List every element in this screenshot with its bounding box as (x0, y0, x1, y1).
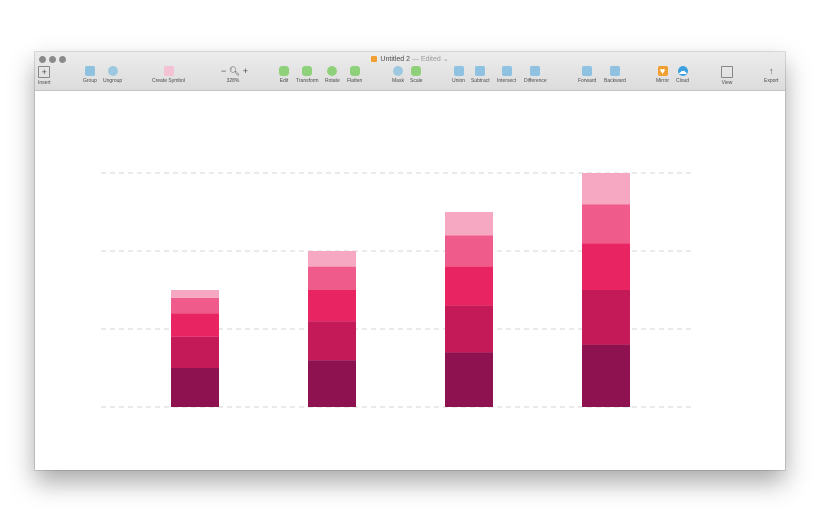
group-button[interactable]: Group (83, 66, 97, 84)
difference-label: Difference (524, 78, 547, 84)
zoom-value: 328% (226, 78, 240, 84)
ungroup-label: Ungroup (103, 78, 123, 84)
flatten-label: Flatten (347, 78, 363, 84)
flatten-icon (349, 66, 360, 76)
intersect-label: Intersect (497, 78, 517, 84)
rotate-label: Rotate (325, 78, 340, 84)
group-icon (84, 66, 95, 76)
subtract-label: Subtract (471, 78, 490, 84)
toolbar: Untitled 2 — Edited ⌄ + Insert Group Ung… (35, 52, 785, 91)
cloud-icon: ☁ (677, 66, 688, 76)
zoom-minus[interactable]: − (221, 66, 226, 76)
bar-segment-2-1[interactable] (308, 360, 356, 407)
backward-icon (609, 66, 620, 76)
zoom-plus[interactable]: + (243, 66, 248, 76)
bar-segment-2-2[interactable] (308, 321, 356, 361)
bar-segment-4-2[interactable] (582, 290, 630, 345)
zoom-control[interactable]: − 🔍︎ + 328% (221, 66, 248, 84)
rotate-icon (327, 66, 338, 76)
bar-segment-1-4[interactable] (171, 297, 219, 314)
transform-label: Transform (296, 78, 319, 84)
group-label: Group (83, 78, 97, 84)
create-symbol-label: Create Symbol (152, 78, 186, 84)
bar-segment-1-5[interactable] (171, 290, 219, 298)
scale-button[interactable]: Scale (410, 66, 423, 84)
export-label: Export (764, 78, 779, 84)
insert-label: Insert (38, 80, 51, 86)
backward-button[interactable]: Backward (604, 66, 626, 84)
union-label: Union (452, 78, 466, 84)
bar-segment-4-3[interactable] (582, 243, 630, 290)
intersect-icon (501, 66, 512, 76)
document-status: — Edited ⌄ (411, 56, 449, 63)
stacked-bar-chart (101, 172, 695, 408)
bar-segment-3-1[interactable] (445, 352, 493, 407)
bar-segment-1-1[interactable] (171, 368, 219, 407)
bar-segment-2-4[interactable] (308, 266, 356, 290)
bar-segment-2-5[interactable] (308, 251, 356, 267)
forward-label: Forward (578, 78, 597, 84)
ungroup-button[interactable]: Ungroup (103, 66, 122, 84)
plus-icon: + (38, 66, 51, 78)
edit-button[interactable]: Edit (279, 66, 289, 84)
flatten-button[interactable]: Flatten (347, 66, 362, 84)
bar-segment-3-2[interactable] (445, 305, 493, 353)
subtract-button[interactable]: Subtract (471, 66, 490, 84)
symbol-icon (163, 66, 174, 76)
scale-label: Scale (410, 78, 423, 84)
difference-icon (530, 66, 541, 76)
bar-segment-4-4[interactable] (582, 204, 630, 244)
document-name: Untitled 2 (380, 56, 410, 63)
mirror-label: Mirror (656, 78, 670, 84)
artboard-canvas[interactable] (35, 91, 785, 470)
view-label: View (721, 80, 733, 86)
transform-button[interactable]: Transform (296, 66, 319, 84)
export-icon: ↑ (768, 66, 774, 76)
view-icon (721, 66, 733, 78)
subtract-icon (475, 66, 486, 76)
view-button[interactable]: View (721, 66, 733, 86)
forward-icon (582, 66, 593, 76)
transform-icon (302, 66, 313, 76)
mask-button[interactable]: Mask (392, 66, 404, 84)
backward-label: Backward (604, 78, 626, 84)
bar-segment-3-4[interactable] (445, 235, 493, 267)
insert-button[interactable]: + Insert (38, 66, 51, 86)
edit-icon (279, 66, 289, 76)
bar-segment-4-1[interactable] (582, 344, 630, 407)
bar-segment-3-3[interactable] (445, 266, 493, 306)
bar-segment-1-2[interactable] (171, 336, 219, 368)
difference-button[interactable]: Difference (524, 66, 547, 84)
mirror-icon: ♥ (657, 66, 668, 76)
app-window: Untitled 2 — Edited ⌄ + Insert Group Ung… (35, 52, 785, 470)
bar-segment-4-5[interactable] (582, 173, 630, 205)
bar-segment-2-3[interactable] (308, 290, 356, 322)
cloud-label: Cloud (676, 78, 690, 84)
union-icon (453, 66, 464, 76)
mask-icon (392, 66, 403, 76)
intersect-button[interactable]: Intersect (497, 66, 516, 84)
edit-label: Edit (279, 78, 289, 84)
forward-button[interactable]: Forward (578, 66, 596, 84)
mask-label: Mask (392, 78, 404, 84)
rotate-button[interactable]: Rotate (325, 66, 340, 84)
scale-icon (411, 66, 422, 76)
bar-segment-1-3[interactable] (171, 313, 219, 337)
export-button[interactable]: ↑ Export (764, 66, 778, 84)
document-icon (371, 56, 378, 63)
cloud-button[interactable]: ☁ Cloud (676, 66, 689, 84)
create-symbol-button[interactable]: Create Symbol (152, 66, 185, 84)
union-button[interactable]: Union (452, 66, 465, 84)
bar-segment-3-5[interactable] (445, 212, 493, 236)
magnifier-icon: − 🔍︎ + (221, 66, 248, 76)
ungroup-icon (107, 66, 118, 76)
document-title[interactable]: Untitled 2 — Edited ⌄ (35, 55, 785, 63)
mirror-button[interactable]: ♥ Mirror (656, 66, 669, 84)
